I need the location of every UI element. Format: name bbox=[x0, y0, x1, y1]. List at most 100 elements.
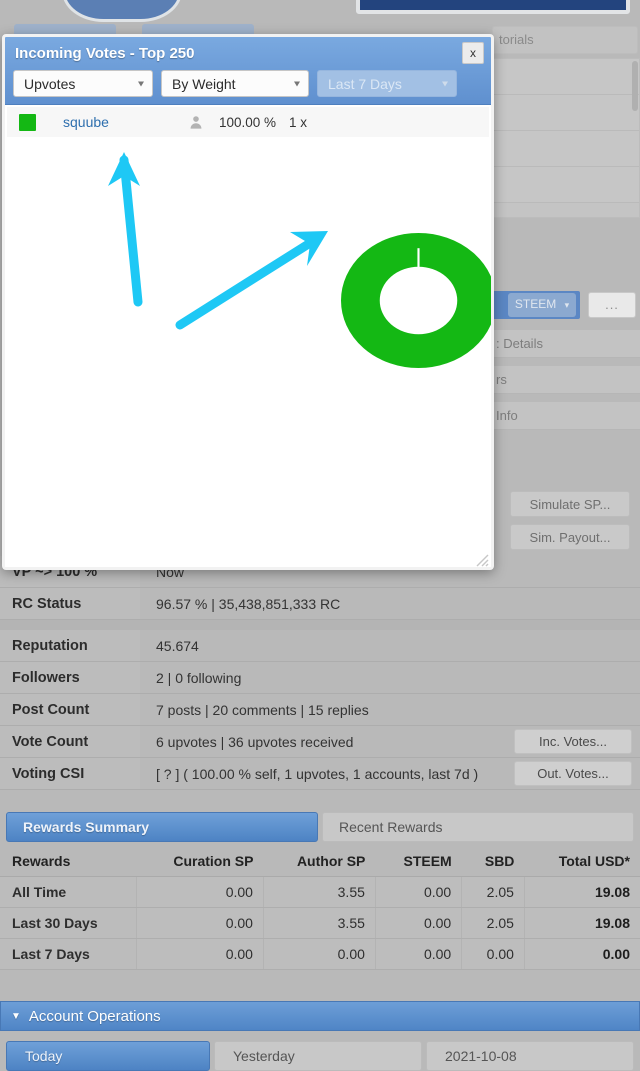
tab-date-label: 2021-10-08 bbox=[445, 1048, 517, 1064]
cell-period: All Time bbox=[0, 876, 137, 908]
col-rewards: Rewards bbox=[0, 846, 137, 877]
tab-recent-rewards[interactable]: Recent Rewards bbox=[322, 812, 634, 842]
cell-curation-sp: 0.00 bbox=[136, 907, 264, 939]
screen-root: torials STEEM ▾ ... : Details rs Info Si… bbox=[0, 0, 640, 1071]
simulate-sp-button[interactable]: Simulate SP... bbox=[510, 491, 630, 517]
close-icon[interactable]: x bbox=[462, 42, 484, 64]
vote-type-select[interactable]: Upvotes bbox=[13, 70, 153, 97]
tab-rewards-summary[interactable]: Rewards Summary bbox=[6, 812, 318, 842]
cell-total-usd: 19.08 bbox=[523, 907, 640, 939]
vote-percent: 100.00 % bbox=[219, 114, 277, 130]
simulate-sp-label: Simulate SP... bbox=[529, 497, 611, 512]
votes-donut-chart bbox=[341, 233, 491, 368]
col-curation-sp: Curation SP bbox=[136, 846, 264, 877]
cell-steem: 0.00 bbox=[374, 876, 462, 908]
rewards-section: Rewards Summary Recent Rewards Rewards C… bbox=[0, 812, 640, 970]
list-item[interactable] bbox=[491, 95, 639, 131]
table-header-row: Rewards Curation SP Author SP STEEM SBD … bbox=[0, 846, 640, 877]
dialog-filters: Upvotes By Weight Last 7 Days bbox=[13, 70, 457, 97]
menu-item-details-label: : Details bbox=[496, 336, 543, 351]
incoming-votes-label: Inc. Votes... bbox=[539, 734, 607, 749]
steem-selector-label: STEEM bbox=[514, 297, 557, 311]
outgoing-votes-label: Out. Votes... bbox=[537, 766, 609, 781]
tab-today-label: Today bbox=[25, 1048, 63, 1064]
outgoing-votes-button[interactable]: Out. Votes... bbox=[514, 761, 632, 786]
stat-label: Vote Count bbox=[0, 726, 140, 757]
menu-item-followers-label: rs bbox=[496, 372, 507, 387]
resize-grip-icon[interactable] bbox=[475, 553, 489, 567]
stat-label: RC Status bbox=[0, 588, 140, 619]
more-options-label: ... bbox=[605, 297, 619, 312]
sort-by-value: By Weight bbox=[172, 75, 236, 92]
col-author-sp: Author SP bbox=[263, 846, 376, 877]
tab-yesterday[interactable]: Yesterday bbox=[214, 1041, 422, 1071]
cell-total-usd: 0.00 bbox=[523, 938, 640, 970]
table-row: All Time 0.00 3.55 0.00 2.05 19.08 bbox=[0, 876, 640, 908]
table-row: Last 7 Days 0.00 0.00 0.00 0.00 0.00 bbox=[0, 938, 640, 970]
cell-steem: 0.00 bbox=[374, 938, 462, 970]
vote-count: 1 x bbox=[289, 114, 308, 130]
scrollbar-thumb[interactable] bbox=[632, 61, 638, 111]
table-row: Followers 2 | 0 following bbox=[0, 662, 640, 694]
incoming-votes-dialog: Incoming Votes - Top 250 x Upvotes By We… bbox=[2, 34, 494, 570]
list-item[interactable] bbox=[491, 131, 639, 167]
more-options-button[interactable]: ... bbox=[588, 292, 636, 318]
table-row: Voting CSI [ ? ] ( 100.00 % self, 1 upvo… bbox=[0, 758, 640, 790]
stat-label: Reputation bbox=[0, 630, 140, 661]
tab-rewards-summary-label: Rewards Summary bbox=[23, 819, 150, 835]
sort-by-select[interactable]: By Weight bbox=[161, 70, 309, 97]
incoming-votes-button[interactable]: Inc. Votes... bbox=[514, 729, 632, 754]
tab-date[interactable]: 2021-10-08 bbox=[426, 1041, 634, 1071]
rewards-table: Rewards Curation SP Author SP STEEM SBD … bbox=[0, 846, 640, 970]
background-list-panel[interactable] bbox=[490, 58, 640, 218]
cell-sbd: 0.00 bbox=[461, 938, 525, 970]
profile-avatar bbox=[62, 0, 182, 22]
chevron-down-icon bbox=[138, 81, 144, 86]
chevron-down-icon: ▾ bbox=[564, 300, 570, 310]
chevron-down-icon bbox=[442, 81, 448, 86]
cell-sbd: 2.05 bbox=[461, 907, 525, 939]
cell-period: Last 7 Days bbox=[0, 938, 137, 970]
table-row: Reputation 45.674 bbox=[0, 630, 640, 662]
stat-value: 2 | 0 following bbox=[140, 662, 640, 693]
period-select: Last 7 Days bbox=[317, 70, 457, 97]
rewards-tabs: Rewards Summary Recent Rewards bbox=[0, 812, 640, 842]
menu-item-info-label: Info bbox=[496, 408, 518, 423]
cell-period: Last 30 Days bbox=[0, 907, 137, 939]
table-row: Last 30 Days 0.00 3.55 0.00 2.05 19.08 bbox=[0, 907, 640, 939]
list-item[interactable]: squube 100.00 % 1 x bbox=[7, 107, 489, 137]
account-operations-header[interactable]: ▼ Account Operations bbox=[0, 1001, 640, 1031]
dialog-header: Incoming Votes - Top 250 x Upvotes By We… bbox=[5, 37, 491, 105]
table-row: RC Status 96.57 % | 35,438,851,333 RC bbox=[0, 588, 640, 620]
stat-label: Followers bbox=[0, 662, 140, 693]
stat-value: 45.674 bbox=[140, 630, 640, 661]
person-icon bbox=[190, 116, 202, 129]
cell-steem: 0.00 bbox=[374, 907, 462, 939]
tab-today[interactable]: Today bbox=[6, 1041, 210, 1071]
tutorials-tab-label: torials bbox=[499, 32, 534, 47]
tab-yesterday-label: Yesterday bbox=[233, 1048, 295, 1064]
cell-total-usd: 19.08 bbox=[523, 876, 640, 908]
list-item[interactable] bbox=[491, 167, 639, 203]
donut-chart-svg bbox=[341, 233, 491, 368]
col-sbd: SBD bbox=[461, 846, 525, 877]
period-value: Last 7 Days bbox=[328, 75, 402, 92]
table-spacer bbox=[0, 620, 640, 630]
account-operations-title: Account Operations bbox=[28, 1007, 161, 1025]
steem-currency-selector[interactable]: STEEM ▾ bbox=[508, 293, 576, 317]
tutorials-tab[interactable]: torials bbox=[492, 26, 638, 54]
tab-recent-rewards-label: Recent Rewards bbox=[339, 819, 443, 835]
col-steem: STEEM bbox=[375, 846, 462, 877]
dialog-body: squube 100.00 % 1 x bbox=[5, 107, 491, 567]
voter-account-link[interactable]: squube bbox=[63, 114, 109, 130]
cell-author-sp: 3.55 bbox=[262, 876, 376, 908]
list-item[interactable] bbox=[491, 59, 639, 95]
vote-type-value: Upvotes bbox=[24, 75, 76, 92]
close-label: x bbox=[470, 46, 476, 60]
caret-down-icon: ▼ bbox=[11, 1010, 21, 1022]
cell-sbd: 2.05 bbox=[461, 876, 525, 908]
chevron-down-icon bbox=[294, 81, 300, 86]
col-total-usd: Total USD* bbox=[524, 846, 640, 877]
account-stats-table: VP ~> 100 % Now RC Status 96.57 % | 35,4… bbox=[0, 556, 640, 790]
sim-payout-button[interactable]: Sim. Payout... bbox=[510, 524, 630, 550]
